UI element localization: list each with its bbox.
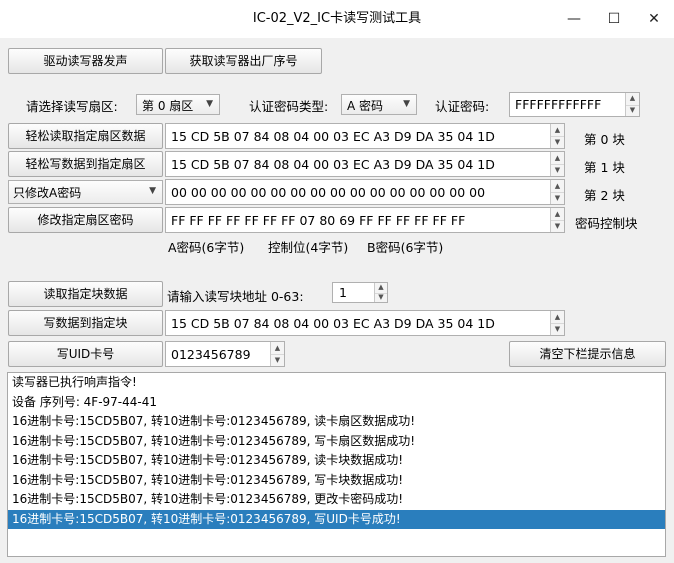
sector-select[interactable]: 第 0 扇区 ▼	[136, 94, 220, 115]
password-spinner[interactable]: ▲ ▼	[625, 93, 639, 116]
chevron-down-icon: ▼	[206, 99, 213, 109]
write-uid-button[interactable]: 写UID卡号	[8, 341, 163, 367]
log-line[interactable]: 16进制卡号:15CD5B07, 转10进制卡号:0123456789, 读卡块…	[8, 451, 665, 471]
arrow-down-icon[interactable]: ▼	[551, 136, 564, 148]
write-block-spinner[interactable]: ▲ ▼	[550, 311, 564, 335]
sector-label: 请选择读写扇区:	[26, 99, 118, 114]
block0-spinner[interactable]: ▲ ▼	[550, 124, 564, 148]
block3-spinner[interactable]: ▲ ▼	[550, 208, 564, 232]
key-b-legend: B密码(6字节)	[367, 240, 444, 255]
clear-log-button[interactable]: 清空下栏提示信息	[509, 341, 666, 367]
block2-value: 00 00 00 00 00 00 00 00 00 00 00 00 00 0…	[171, 185, 486, 200]
arrow-down-icon[interactable]: ▼	[551, 192, 564, 204]
password-mode-value: 只修改A密码	[13, 186, 82, 200]
beep-button[interactable]: 驱动读写器发声	[8, 48, 163, 74]
block1-label: 第 1 块	[584, 160, 625, 175]
chevron-down-icon: ▼	[149, 186, 156, 196]
sector-select-value: 第 0 扇区	[142, 99, 194, 113]
arrow-down-icon[interactable]: ▼	[626, 105, 639, 117]
get-serial-button[interactable]: 获取读写器出厂序号	[165, 48, 322, 74]
log-list[interactable]: 读写器已执行响声指令! 设备 序列号: 4F-97-44-41 16进制卡号:1…	[7, 372, 666, 557]
block2-spinner[interactable]: ▲ ▼	[550, 180, 564, 204]
chevron-down-icon: ▼	[403, 99, 410, 109]
block3-value: FF FF FF FF FF FF FF 07 80 69 FF FF FF F…	[171, 213, 466, 228]
write-block-field[interactable]: 15 CD 5B 07 84 08 04 00 03 EC A3 D9 DA 3…	[165, 310, 565, 336]
keytype-select-value: A 密码	[347, 99, 384, 113]
password-mode-select[interactable]: 只修改A密码 ▼	[8, 180, 163, 204]
change-password-button[interactable]: 修改指定扇区密码	[8, 207, 163, 233]
block2-label: 第 2 块	[584, 188, 625, 203]
block1-field[interactable]: 15 CD 5B 07 84 08 04 00 03 EC A3 D9 DA 3…	[165, 151, 565, 177]
password-field[interactable]: FFFFFFFFFFFF ▲ ▼	[509, 92, 640, 117]
read-sector-button[interactable]: 轻松读取指定扇区数据	[8, 123, 163, 149]
read-block-button[interactable]: 读取指定块数据	[8, 281, 163, 307]
keytype-label: 认证密码类型:	[249, 99, 329, 114]
log-line[interactable]: 16进制卡号:15CD5B07, 转10进制卡号:0123456789, 写UI…	[8, 509, 665, 529]
uid-spinner[interactable]: ▲ ▼	[270, 342, 284, 366]
arrow-down-icon[interactable]: ▼	[551, 220, 564, 232]
block0-label: 第 0 块	[584, 132, 625, 147]
password-label: 认证密码:	[435, 99, 490, 114]
block1-value: 15 CD 5B 07 84 08 04 00 03 EC A3 D9 DA 3…	[171, 157, 495, 172]
log-line[interactable]: 16进制卡号:15CD5B07, 转10进制卡号:0123456789, 更改卡…	[8, 490, 665, 510]
log-line[interactable]: 16进制卡号:15CD5B07, 转10进制卡号:0123456789, 写卡扇…	[8, 432, 665, 452]
block0-field[interactable]: 15 CD 5B 07 84 08 04 00 03 EC A3 D9 DA 3…	[165, 123, 565, 149]
uid-value: 0123456789	[171, 347, 251, 362]
arrow-down-icon[interactable]: ▼	[271, 354, 284, 366]
close-button[interactable]: ✕	[634, 0, 674, 38]
block3-label: 密码控制块	[575, 216, 638, 231]
log-line[interactable]: 读写器已执行响声指令!	[8, 373, 665, 393]
arrow-down-icon[interactable]: ▼	[375, 293, 387, 303]
maximize-button[interactable]: ☐	[594, 0, 634, 38]
write-block-button[interactable]: 写数据到指定块	[8, 310, 163, 336]
keytype-select[interactable]: A 密码 ▼	[341, 94, 417, 115]
block3-field[interactable]: FF FF FF FF FF FF FF 07 80 69 FF FF FF F…	[165, 207, 565, 233]
block-address-value: 1	[339, 285, 347, 300]
block0-value: 15 CD 5B 07 84 08 04 00 03 EC A3 D9 DA 3…	[171, 129, 495, 144]
write-sector-button[interactable]: 轻松写数据到指定扇区	[8, 151, 163, 177]
password-value: FFFFFFFFFFFF	[515, 97, 602, 112]
block2-field[interactable]: 00 00 00 00 00 00 00 00 00 00 00 00 00 0…	[165, 179, 565, 205]
block1-spinner[interactable]: ▲ ▼	[550, 152, 564, 176]
block-address-spinner[interactable]: ▲ ▼	[374, 283, 387, 302]
arrow-down-icon[interactable]: ▼	[551, 164, 564, 176]
log-line[interactable]: 设备 序列号: 4F-97-44-41	[8, 393, 665, 413]
minimize-button[interactable]: —	[554, 0, 594, 38]
control-bits-legend: 控制位(4字节)	[268, 240, 349, 255]
log-line[interactable]: 16进制卡号:15CD5B07, 转10进制卡号:0123456789, 读卡扇…	[8, 412, 665, 432]
arrow-down-icon[interactable]: ▼	[551, 323, 564, 335]
block-address-label: 请输入读写块地址 0-63:	[167, 289, 304, 304]
key-a-legend: A密码(6字节)	[168, 240, 245, 255]
log-line[interactable]: 16进制卡号:15CD5B07, 转10进制卡号:0123456789, 写卡块…	[8, 471, 665, 491]
write-block-value: 15 CD 5B 07 84 08 04 00 03 EC A3 D9 DA 3…	[171, 316, 495, 331]
block-address-stepper[interactable]: 1 ▲ ▼	[332, 282, 388, 303]
uid-field[interactable]: 0123456789 ▲ ▼	[165, 341, 285, 367]
